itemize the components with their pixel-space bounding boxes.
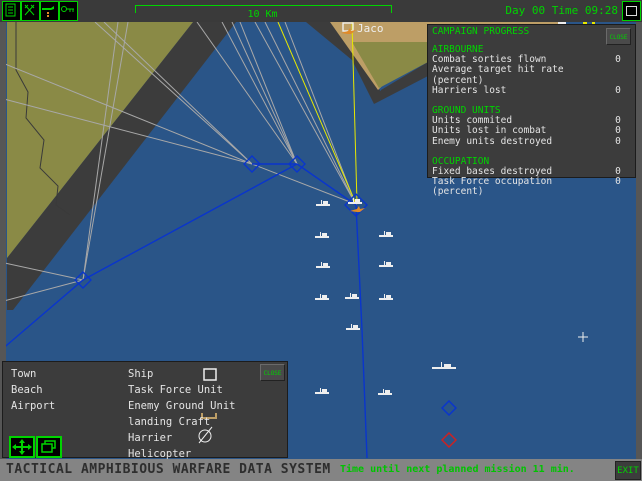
campaign-stat-row: Average target hit rate (percent) [432,65,631,85]
app-screen: Jaco [0,0,642,481]
campaign-stat-row: Harriers lost0 [432,86,631,96]
legend-item-beach: Beach [11,384,43,396]
campaign-stat-label: Average target hit rate (percent) [432,65,605,85]
pan-map-button[interactable] [9,436,35,458]
campaign-stat-value: 0 [605,86,631,96]
task-force-diamond-symbol [441,400,457,416]
map-scale-label: 10 Km [135,9,390,20]
campaign-panel-body: AIRBOURNECombat sorties flown0Average ta… [432,45,631,198]
campaign-panel-title: CAMPAIGN PROGRESS [432,27,529,37]
harrier-button[interactable] [40,1,59,21]
legend-item-task-force-unit: Task Force Unit [128,384,223,396]
campaign-close-button[interactable]: CLOSE [606,28,631,45]
campaign-stat-label: Harriers lost [432,86,605,96]
campaign-progress-panel: CAMPAIGN PROGRESS CLOSE AIRBOURNECombat … [427,24,636,178]
airport-symbol [197,426,215,444]
map-legend-panel: CLOSE Town Beach Airport Ship Task Force Uni… [2,361,288,458]
legend-item-landing-craft: landing Craft [128,416,210,428]
town-square-symbol [203,368,217,381]
top-toolbar: 10 Km Day 00 Time 09:28 [0,0,642,22]
campaign-stat-label: Enemy units destroyed [432,137,605,147]
pan-arrows-icon [11,438,33,456]
system-title: TACTICAL AMPHIBIOUS WARFARE DATA SYSTEM [6,462,331,477]
exit-button[interactable]: EXIT [615,461,641,480]
crossed-swords-icon [22,2,37,18]
legend-item-airport: Airport [11,400,55,412]
map-border-right [636,22,642,459]
legend-item-ship: Ship [128,368,153,380]
campaign-stat-value: 0 [605,137,631,147]
legend-item-enemy-ground-unit: Enemy Ground Unit [128,400,235,412]
overlap-windows-icon [38,438,60,456]
window-icon [626,6,637,16]
legend-item-harrier: Harrier [128,432,172,444]
briefing-icon [3,2,18,18]
harrier-plane-icon [41,2,56,18]
key-button[interactable] [59,1,78,21]
window-button[interactable] [622,1,641,21]
town-label: Jaco [357,22,384,35]
campaign-stat-row: Enemy units destroyed0 [432,137,631,147]
enemy-diamond-symbol [441,432,457,448]
mission-countdown: Time until next planned mission 11 min. [340,464,575,475]
legend-close-button[interactable]: CLOSE [260,364,285,381]
campaign-stat-row: Task Force occupation (percent)0 [432,177,631,197]
campaign-stat-value [605,65,631,85]
briefing-button[interactable] [2,1,21,21]
bottom-status-bar: TACTICAL AMPHIBIOUS WARFARE DATA SYSTEM … [0,459,642,481]
campaign-stat-value: 0 [605,55,631,65]
campaign-stat-value: 0 [605,177,631,197]
ship-symbol [431,362,457,370]
combat-button[interactable] [21,1,40,21]
legend-item-town: Town [11,368,36,380]
campaign-clock: Day 00 Time 09:28 [505,4,618,17]
toggle-window-button[interactable] [36,436,62,458]
key-icon [60,2,75,18]
campaign-stat-label: Task Force occupation (percent) [432,177,605,197]
